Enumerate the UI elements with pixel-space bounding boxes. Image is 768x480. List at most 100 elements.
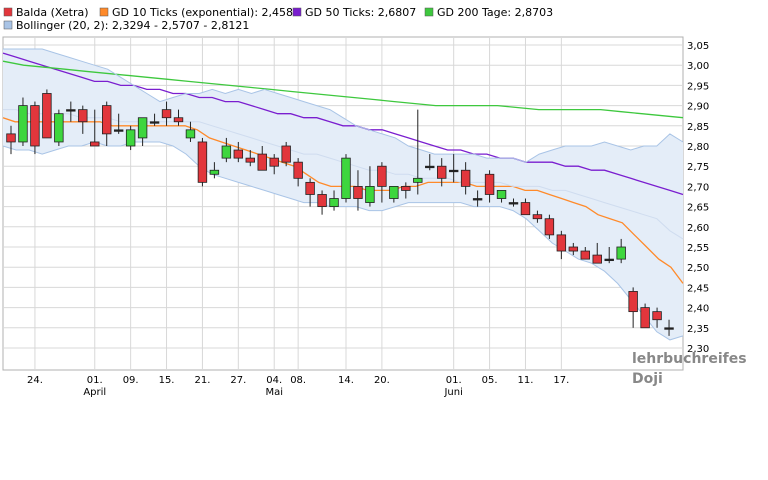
x-tick-label: 21.: [194, 375, 210, 386]
candle-body: [365, 185, 375, 203]
y-tick-label: 2,60: [687, 223, 709, 234]
candle-body: [448, 169, 459, 173]
candle-body: [221, 145, 232, 159]
x-tick-label: 04.: [266, 375, 282, 386]
candle-body: [102, 105, 112, 135]
candle-body: [269, 157, 279, 167]
month-label: Juni: [443, 387, 462, 398]
y-tick-label: 2,55: [687, 243, 709, 254]
candle-body: [6, 133, 16, 143]
candle-body: [508, 202, 519, 205]
candle-body: [664, 327, 674, 330]
candle-body: [437, 165, 447, 179]
candle-body: [532, 214, 543, 220]
legend-swatch: [99, 7, 109, 17]
y-tick-label: 2,90: [687, 102, 709, 113]
candle-body: [78, 109, 88, 123]
x-tick-label: 27.: [230, 375, 246, 386]
x-tick-label: 17.: [553, 375, 569, 386]
candle-body: [30, 105, 40, 147]
candle-body: [604, 258, 614, 262]
y-tick-label: 2,70: [687, 182, 709, 193]
candle-body: [185, 129, 196, 139]
candle-body: [413, 177, 423, 183]
candle-body: [125, 129, 136, 147]
watermark-line1: lehrbuchreifes: [632, 351, 747, 367]
x-tick-label: 11.: [518, 375, 534, 386]
candle-body: [377, 165, 387, 187]
legend-swatch: [424, 7, 434, 17]
candle-body: [341, 157, 351, 199]
legend: Balda (Xetra) GD 10 Ticks (exponential): …: [3, 6, 553, 32]
candle-body: [425, 165, 435, 169]
y-tick-label: 3,05: [687, 41, 709, 52]
candle-body: [520, 202, 531, 216]
candle-body: [472, 198, 483, 201]
candle-body: [257, 153, 267, 171]
candle-body: [317, 194, 327, 207]
watermark-line2: Doji: [632, 371, 663, 387]
candle-body: [113, 129, 124, 132]
candle-body: [544, 218, 555, 236]
candle-body: [580, 250, 590, 260]
candle-body: [149, 121, 160, 124]
x-tick-label: 14.: [338, 375, 354, 386]
candle-body: [209, 169, 220, 175]
candle-body: [197, 141, 208, 183]
x-tick-label: 24.: [27, 375, 43, 386]
month-label: Mai: [265, 387, 283, 398]
x-axis: 24. 01. 09. 15. 21. 27. 04. 08. 14. 20. 01. 05. 11. 1…: [27, 375, 569, 398]
candle-body: [389, 185, 399, 199]
x-tick-label: 01.: [446, 375, 462, 386]
y-tick-label: 2,80: [687, 142, 709, 153]
y-tick-label: 2,65: [687, 203, 709, 214]
candle-body: [616, 246, 626, 260]
candle-body: [652, 311, 662, 321]
candle-body: [161, 109, 172, 119]
x-tick-label: 01.: [87, 375, 103, 386]
legend-label: GD 200 Tage: 2,8703: [437, 6, 553, 19]
legend-label: GD 10 Ticks (exponential): 2,4582: [112, 6, 300, 19]
y-tick-label: 2,75: [687, 162, 709, 173]
month-label: April: [83, 387, 106, 398]
x-tick-label: 05.: [482, 375, 498, 386]
candle-body: [568, 246, 579, 252]
candle-body: [281, 145, 291, 163]
candle-body: [592, 254, 602, 264]
candle-body: [245, 157, 255, 163]
candle-body: [329, 198, 339, 208]
candle-body: [305, 181, 315, 195]
candle-body: [640, 307, 650, 329]
x-tick-label: 15.: [159, 375, 175, 386]
candle-body: [137, 117, 148, 139]
legend-swatch: [292, 7, 302, 17]
candle-body: [54, 113, 64, 143]
candle-body: [628, 291, 638, 313]
y-axis: 3,05 3,00 2,95 2,90 2,85 2,80 2,75 2,70 2,65 2,60…: [687, 41, 709, 355]
legend-swatch: [3, 7, 13, 17]
candle-body: [42, 93, 52, 139]
y-tick-label: 2,95: [687, 81, 709, 92]
x-tick-label: 20.: [374, 375, 390, 386]
x-tick-label: 08.: [290, 375, 306, 386]
candle-body: [556, 234, 567, 252]
y-tick-label: 2,45: [687, 283, 709, 294]
y-tick-label: 3,00: [687, 61, 709, 72]
candle-body: [496, 190, 507, 199]
candle-body: [484, 173, 495, 195]
candle-body: [233, 149, 244, 159]
y-tick-label: 2,50: [687, 263, 709, 274]
legend-label: Bollinger (20, 2): 2,3294 - 2,5707 - 2,8…: [16, 19, 249, 32]
candle-body: [90, 141, 100, 147]
candle-body: [18, 105, 28, 143]
legend-label: Balda (Xetra): [16, 6, 89, 19]
y-tick-label: 2,85: [687, 122, 709, 133]
y-tick-label: 2,35: [687, 324, 709, 335]
candle-body: [401, 185, 411, 191]
candle-body: [460, 169, 471, 187]
x-tick-label: 09.: [123, 375, 139, 386]
candle-body: [293, 161, 303, 179]
legend-swatch: [3, 20, 13, 30]
legend-label: GD 50 Ticks: 2,6807: [305, 6, 416, 19]
y-tick-label: 2,40: [687, 304, 709, 315]
